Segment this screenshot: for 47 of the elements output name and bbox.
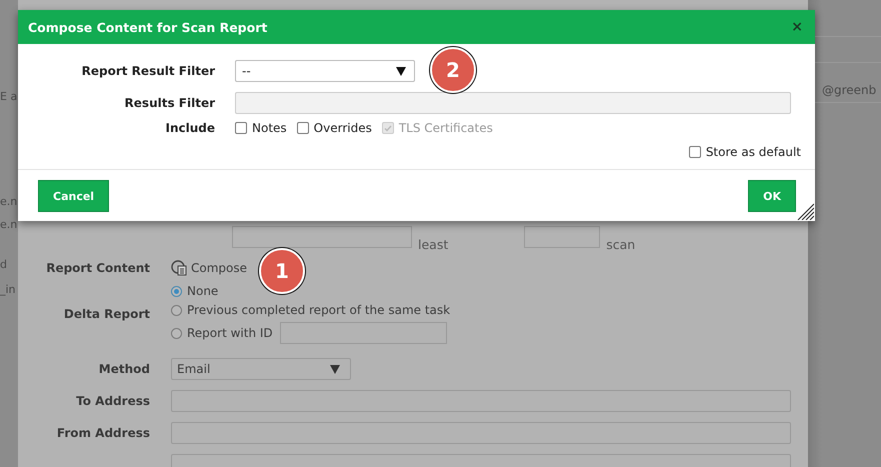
method-label: Method: [98, 362, 150, 376]
from-address-label: From Address: [56, 426, 150, 440]
checkbox[interactable]: [688, 146, 701, 158]
report-id-field[interactable]: [280, 322, 447, 344]
radio-button[interactable]: [171, 304, 182, 316]
to-address-field[interactable]: [171, 390, 791, 412]
page-text: e.n: [0, 218, 18, 232]
checkbox-label: Overrides: [314, 121, 372, 135]
document-icon: [171, 260, 187, 276]
scan-text: scan: [606, 237, 636, 252]
radio-label: Report with ID: [187, 326, 273, 340]
dialog-title: Compose Content for Scan Report: [28, 20, 268, 34]
caret-icon: [396, 66, 406, 76]
check-icon: [384, 124, 392, 132]
to-address-label: To Address: [76, 394, 150, 408]
method-select[interactable]: Email: [171, 358, 351, 380]
report-result-filter-label: Report Result Filter: [82, 64, 215, 78]
radio-label: Previous completed report of the same task: [187, 303, 450, 317]
resize-grip-icon[interactable]: [796, 202, 814, 220]
delta-report-label: Delta Report: [64, 307, 150, 321]
radio-button[interactable]: [171, 286, 182, 296]
page-text: e.n: [0, 195, 18, 209]
checkbox-label: Notes: [252, 121, 287, 135]
report-content-label: Report Content: [46, 261, 150, 275]
checkbox-label: TLS Certificates: [398, 121, 493, 135]
page-text: E a: [0, 90, 18, 104]
radio-label: None: [187, 284, 218, 298]
checkbox[interactable]: [235, 122, 247, 134]
radio-button[interactable]: [171, 328, 182, 338]
cancel-button[interactable]: Cancel: [38, 180, 110, 212]
compose-link[interactable]: Compose: [171, 260, 248, 276]
count-select[interactable]: [524, 226, 600, 248]
results-filter-label: Results Filter: [124, 96, 215, 110]
include-label: Include: [165, 121, 215, 135]
from-address-field[interactable]: [171, 422, 791, 444]
page-text: @greenb: [822, 83, 876, 97]
caret-icon: [330, 364, 340, 374]
page-text: _in: [0, 283, 16, 297]
close-button[interactable]: ×: [789, 19, 805, 35]
least-text: least: [418, 237, 448, 252]
ok-button[interactable]: OK: [748, 180, 796, 212]
page-text: d: [0, 258, 7, 272]
filter-field[interactable]: [232, 226, 412, 248]
report-result-filter-select[interactable]: --: [235, 60, 415, 82]
results-filter-field[interactable]: [235, 92, 791, 114]
checkbox-label: Store as default: [706, 145, 801, 159]
checkbox[interactable]: [296, 122, 309, 134]
